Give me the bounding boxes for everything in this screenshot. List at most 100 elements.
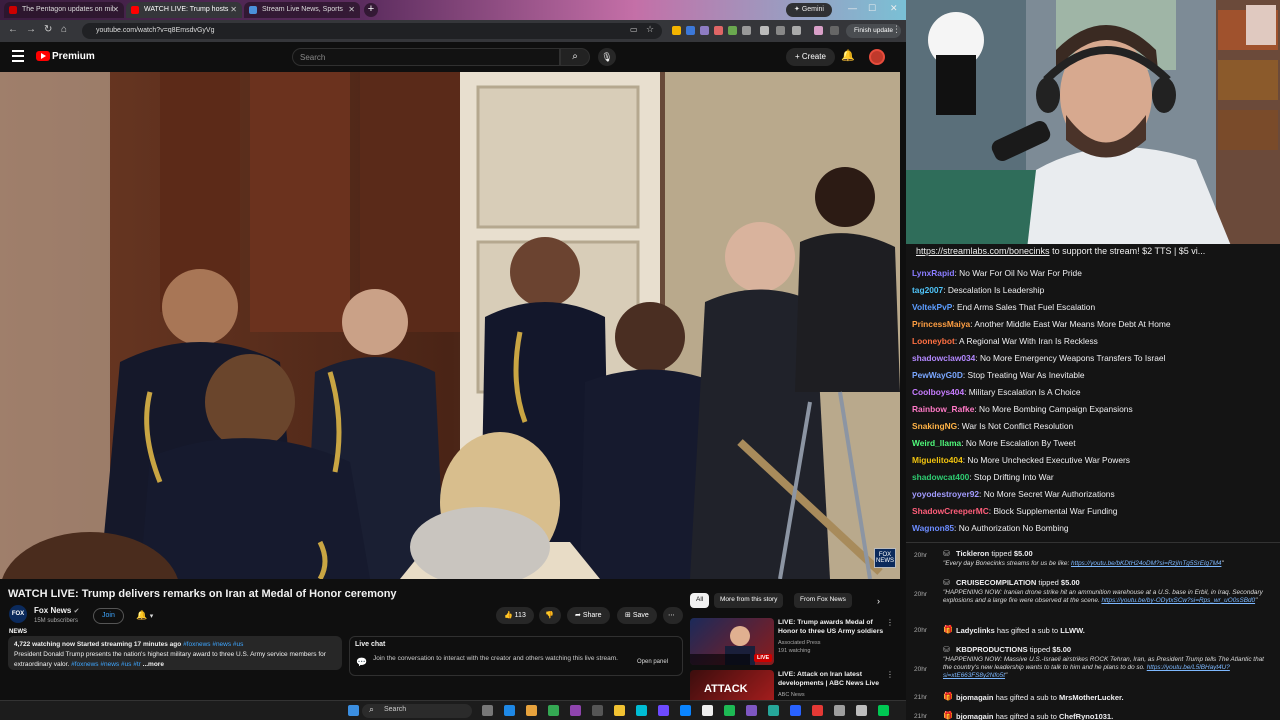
- chat-username[interactable]: Looneybot: [912, 336, 955, 346]
- task-view-icon[interactable]: [482, 705, 493, 716]
- app-icon[interactable]: [834, 705, 845, 716]
- maximize-icon[interactable]: ☐: [868, 3, 876, 14]
- video-player[interactable]: FOX NEWS: [0, 72, 900, 579]
- app-icon[interactable]: [570, 705, 581, 716]
- chrome-profile-icon[interactable]: [548, 705, 559, 716]
- tab-stream-live[interactable]: Stream Live News, Sports ✕: [244, 2, 360, 18]
- like-button[interactable]: 👍 113: [496, 607, 534, 624]
- description-hashtags[interactable]: #foxnews #news #us #tr: [71, 661, 141, 668]
- close-icon[interactable]: ✕: [348, 5, 355, 14]
- chip-more-from-story[interactable]: More from this story: [714, 593, 784, 608]
- subscribe-bell-button[interactable]: 🔔 ▾: [130, 608, 159, 624]
- cast-icon[interactable]: ▭: [630, 25, 638, 34]
- hamburger-menu-icon[interactable]: [12, 50, 24, 62]
- app-icon[interactable]: [746, 705, 757, 716]
- new-tab-button[interactable]: +: [364, 3, 378, 17]
- app-icon[interactable]: [812, 705, 823, 716]
- create-button[interactable]: + Create: [786, 48, 835, 66]
- app-icon[interactable]: [768, 705, 779, 716]
- channel-avatar[interactable]: FOX NEWS: [9, 605, 27, 635]
- window-close-icon[interactable]: ✕: [890, 3, 898, 14]
- description-hashtags[interactable]: #foxnews #news #us: [183, 641, 243, 648]
- youtube-premium-logo[interactable]: Premium: [52, 51, 95, 62]
- file-explorer-icon[interactable]: [614, 705, 625, 716]
- chat-username[interactable]: Weird_llama: [912, 438, 961, 448]
- extensions-puzzle-icon[interactable]: [760, 26, 769, 35]
- search-button[interactable]: ⌕: [560, 48, 590, 66]
- chip-all[interactable]: All: [690, 593, 710, 608]
- dislike-button[interactable]: 👎: [539, 607, 561, 624]
- event-link[interactable]: https://youtu.be/bKDtH24oDM?si=RzjInTg5S…: [1071, 560, 1221, 567]
- chat-username[interactable]: Rainbow_Rafke: [912, 404, 974, 414]
- save-button[interactable]: ⊞ Save: [617, 607, 657, 624]
- chat-username[interactable]: PewWayG0D: [912, 370, 963, 380]
- app-icon[interactable]: [856, 705, 867, 716]
- app-icon[interactable]: [636, 705, 647, 716]
- edge-icon[interactable]: [504, 705, 515, 716]
- bookmark-star-icon[interactable]: ☆: [646, 24, 654, 35]
- chat-username[interactable]: shadowcat400: [912, 472, 969, 482]
- recommended-video[interactable]: LIVE LIVE: Trump awards Medal of Honor t…: [690, 618, 900, 666]
- event-link[interactable]: https://youtu.be/by-ODytxSCw?si=Rps_wr_u…: [1101, 597, 1255, 604]
- home-icon[interactable]: ⌂: [61, 24, 67, 35]
- minimize-icon[interactable]: —: [848, 3, 857, 13]
- chat-username[interactable]: yoyodestroyer92: [912, 489, 979, 499]
- chat-username[interactable]: VoltekPvP: [912, 302, 952, 312]
- more-vertical-icon[interactable]: ⋮: [886, 670, 894, 679]
- extension-icon[interactable]: [728, 26, 737, 35]
- share-button[interactable]: ➦ Share: [567, 607, 610, 624]
- channel-name[interactable]: Fox News ✔: [34, 606, 79, 615]
- event-user[interactable]: Ladyclinks: [956, 626, 995, 635]
- tab-pentagon[interactable]: The Pentagon updates on mil ✕: [4, 2, 124, 18]
- tab-watch-live[interactable]: WATCH LIVE: Trump hosts ✕: [126, 2, 242, 18]
- url-field[interactable]: youtube.com/watch?v=q8EmsdvGyVg: [82, 23, 662, 39]
- chat-username[interactable]: tag2007: [912, 285, 943, 295]
- taskbar-search[interactable]: Search: [362, 704, 472, 718]
- app-icon[interactable]: [878, 705, 889, 716]
- extension-icon[interactable]: [742, 26, 751, 35]
- description-box[interactable]: 4,722 watching now Started streaming 17 …: [8, 636, 342, 670]
- extension-icon[interactable]: [700, 26, 709, 35]
- chrome-icon[interactable]: [526, 705, 537, 716]
- event-user[interactable]: bjomagain: [956, 712, 994, 720]
- join-button[interactable]: Join: [93, 608, 124, 624]
- app-icon[interactable]: [790, 705, 801, 716]
- chat-username[interactable]: ShadowCreeperMC: [912, 506, 989, 516]
- voice-search-button[interactable]: 🎙: [598, 48, 616, 66]
- download-icon[interactable]: [776, 26, 785, 35]
- description-more-link[interactable]: ...more: [143, 661, 164, 668]
- more-actions-button[interactable]: ⋯: [663, 607, 683, 624]
- event-user[interactable]: bjomagain: [956, 693, 994, 702]
- app-icon[interactable]: [680, 705, 691, 716]
- profile-icon[interactable]: [814, 26, 823, 35]
- close-icon[interactable]: ✕: [112, 5, 119, 14]
- ticker-link[interactable]: https://streamlabs.com/bonecinks: [916, 246, 1050, 256]
- search-input[interactable]: Search: [292, 48, 560, 66]
- close-icon[interactable]: ✕: [230, 5, 237, 14]
- chevron-right-icon[interactable]: ›: [877, 596, 880, 606]
- extension-icon[interactable]: [714, 26, 723, 35]
- chip-from-fox-news[interactable]: From Fox News: [794, 593, 852, 608]
- reload-icon[interactable]: ↻: [44, 24, 52, 35]
- back-icon[interactable]: ←: [8, 24, 18, 35]
- menu-kebab-icon[interactable]: ⋮: [892, 24, 901, 35]
- extension-icon[interactable]: [672, 26, 681, 35]
- chat-username[interactable]: PrincessMaiya: [912, 319, 970, 329]
- recommended-video[interactable]: ATTACK LIVE: Attack on Iran latest devel…: [690, 670, 900, 700]
- chat-username[interactable]: LynxRapid: [912, 268, 955, 278]
- event-user[interactable]: KBDPRODUCTIONS: [956, 645, 1028, 654]
- obs-icon[interactable]: [702, 705, 713, 716]
- spotify-icon[interactable]: [724, 705, 735, 716]
- start-windows-icon[interactable]: [348, 705, 359, 716]
- open-panel-button[interactable]: Open panel: [637, 659, 668, 665]
- discord-icon[interactable]: [658, 705, 669, 716]
- terminal-icon[interactable]: [592, 705, 603, 716]
- forward-icon[interactable]: →: [26, 24, 36, 35]
- chat-username[interactable]: Miguelito404: [912, 455, 963, 465]
- gemini-button[interactable]: ✦ Gemini: [786, 3, 832, 17]
- event-user[interactable]: Tickleron: [956, 549, 989, 558]
- side-panel-icon[interactable]: [792, 26, 801, 35]
- chat-username[interactable]: Wagnon85: [912, 523, 954, 533]
- notifications-bell-icon[interactable]: 🔔: [841, 49, 855, 62]
- sync-icon[interactable]: [830, 26, 839, 35]
